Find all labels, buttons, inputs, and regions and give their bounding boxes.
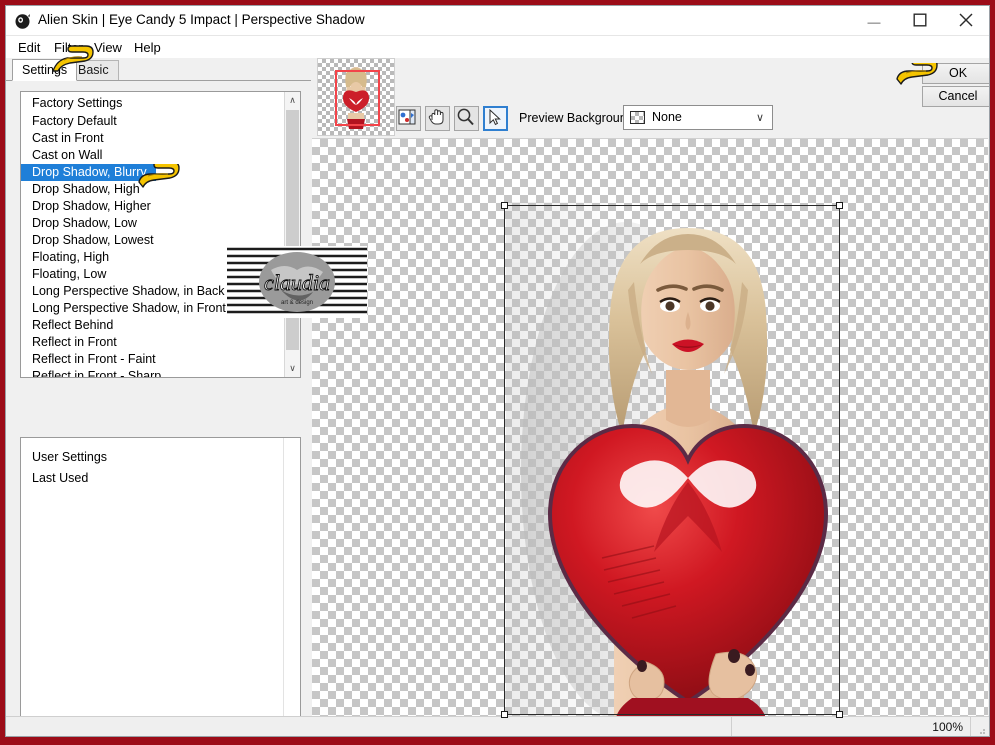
- list-item-user-settings[interactable]: User Settings: [21, 447, 300, 468]
- selection-handle-bottom-left[interactable]: [501, 711, 508, 718]
- navigator-thumbnail[interactable]: [317, 58, 395, 136]
- minimize-button[interactable]: [851, 6, 896, 35]
- window-outer-border: Alien Skin | Eye Candy 5 Impact | Perspe…: [0, 0, 995, 745]
- status-divider-right: [970, 717, 971, 736]
- chevron-down-icon[interactable]: ∨: [756, 111, 764, 124]
- resize-grip-icon[interactable]: [976, 724, 986, 734]
- preview-panel: Preview Background: None ∨ OK Cancel: [311, 58, 989, 719]
- preview-background-swatch-icon: [630, 111, 645, 124]
- factory-settings-listbox[interactable]: Factory Settings Factory Default Cast in…: [20, 91, 301, 378]
- preview-canvas[interactable]: [312, 138, 988, 719]
- list-item-reflect-behind[interactable]: Reflect Behind: [21, 317, 285, 334]
- svg-text:claudia: claudia: [264, 270, 330, 295]
- list-item-drop-shadow-higher[interactable]: Drop Shadow, Higher: [21, 198, 285, 215]
- scroll-up-icon[interactable]: ∧: [285, 92, 300, 109]
- menu-item-edit[interactable]: Edit: [14, 38, 44, 57]
- list-item-reflect-in-front[interactable]: Reflect in Front: [21, 334, 285, 351]
- app-icon: [14, 13, 31, 30]
- settings-panel: Basic Settings Factory Settings Factory …: [6, 58, 311, 736]
- pointing-hand-ok-button: [894, 58, 938, 93]
- list-item-factory-default[interactable]: Factory Default: [21, 113, 285, 130]
- hand-tool-icon[interactable]: [425, 106, 450, 131]
- scroll-down-icon[interactable]: ∨: [285, 360, 300, 377]
- status-bar: 100%: [6, 716, 989, 736]
- selection-handle-bottom-right[interactable]: [836, 711, 843, 718]
- settings-list-scrollbar[interactable]: ∧ ∨: [284, 92, 300, 377]
- application-window: Alien Skin | Eye Candy 5 Impact | Perspe…: [5, 5, 990, 737]
- status-divider: [731, 717, 732, 736]
- menu-item-view[interactable]: View: [90, 38, 126, 57]
- preview-background-value: None: [652, 110, 682, 124]
- list-item-cast-on-wall[interactable]: Cast on Wall: [21, 147, 285, 164]
- list-item-reflect-in-front-sharp[interactable]: Reflect in Front - Sharp: [21, 368, 285, 377]
- menu-item-help[interactable]: Help: [130, 38, 165, 57]
- preview-selection-bounds[interactable]: [501, 202, 843, 718]
- svg-text:art & design: art & design: [281, 300, 313, 306]
- pointing-hand-menu: [50, 44, 94, 74]
- title-bar: Alien Skin | Eye Candy 5 Impact | Perspe…: [6, 6, 989, 36]
- user-settings-listbox[interactable]: User Settings Last Used: [20, 437, 301, 729]
- navigator-selection-rect[interactable]: [335, 70, 380, 126]
- list-item-last-used[interactable]: Last Used: [21, 468, 300, 489]
- maximize-icon: [912, 12, 927, 28]
- list-item-reflect-in-front-faint[interactable]: Reflect in Front - Faint: [21, 351, 285, 368]
- user-list-divider: [283, 438, 284, 728]
- status-zoom-level: 100%: [932, 720, 963, 734]
- preview-background-select[interactable]: None ∨: [623, 105, 773, 130]
- preview-compare-icon[interactable]: [396, 106, 421, 131]
- minimize-icon: [867, 13, 880, 26]
- claudia-watermark: claudia art & design: [227, 246, 367, 318]
- selection-handle-top-right[interactable]: [836, 202, 843, 209]
- maximize-button[interactable]: [897, 6, 942, 35]
- factory-settings-list: Factory Settings Factory Default Cast in…: [21, 92, 285, 377]
- list-item-drop-shadow-low[interactable]: Drop Shadow, Low: [21, 215, 285, 232]
- selection-handle-top-left[interactable]: [501, 202, 508, 209]
- arrow-select-tool-icon[interactable]: [483, 106, 508, 131]
- close-icon: [959, 13, 973, 29]
- list-item-group-factory-settings[interactable]: Factory Settings: [21, 92, 285, 113]
- zoom-tool-icon[interactable]: [454, 106, 479, 131]
- pointing-hand-settings-list: [136, 161, 180, 194]
- window-title: Alien Skin | Eye Candy 5 Impact | Perspe…: [38, 12, 365, 27]
- menu-bar: Edit Filter View Help: [6, 36, 989, 58]
- preview-background-label: Preview Background:: [519, 111, 638, 125]
- close-button[interactable]: [943, 6, 988, 35]
- list-item-cast-in-front[interactable]: Cast in Front: [21, 130, 285, 147]
